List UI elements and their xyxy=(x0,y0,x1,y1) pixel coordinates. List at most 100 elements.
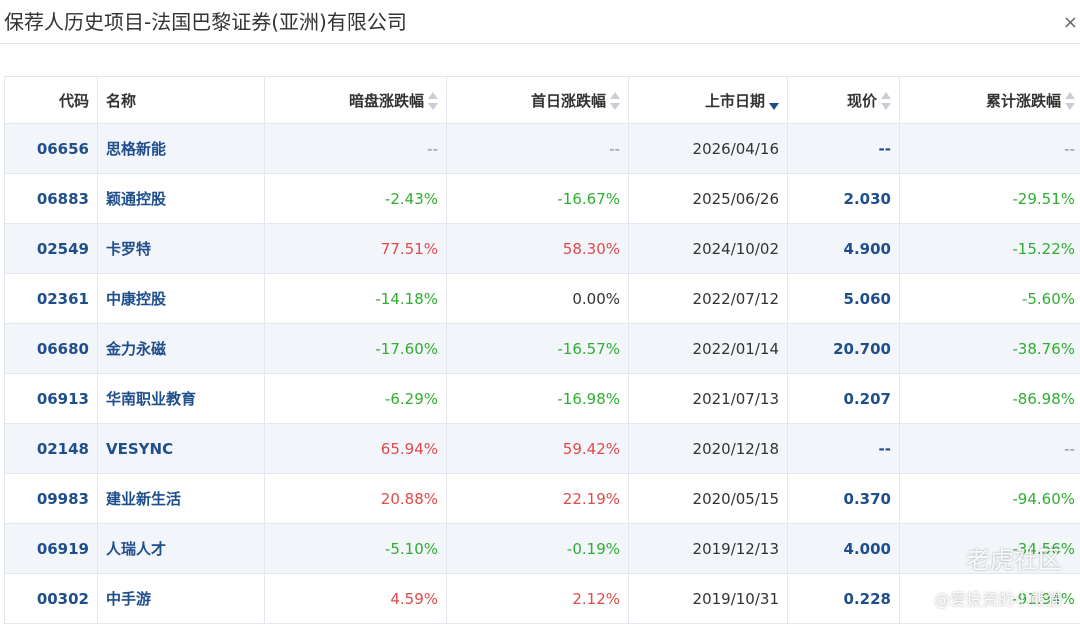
cell-cumulative-change: -- xyxy=(900,124,1080,174)
cell-first-day-change: 58.30% xyxy=(447,224,629,274)
table-header-row: 代码 名称 暗盘涨跌幅 首日涨跌幅 上市日期 现价 累计涨跌幅 xyxy=(5,77,1080,124)
cell-code[interactable]: 06680 xyxy=(5,324,98,374)
cell-dark-change: -5.10% xyxy=(265,524,447,574)
cell-list-date: 2020/05/15 xyxy=(629,474,788,524)
column-header-name: 名称 xyxy=(98,77,265,124)
cell-code[interactable]: 06913 xyxy=(5,374,98,424)
table-row[interactable]: 06919人瑞人才-5.10%-0.19%2019/12/134.000-34.… xyxy=(5,524,1080,574)
cell-code[interactable]: 09983 xyxy=(5,474,98,524)
cell-list-date: 2021/07/13 xyxy=(629,374,788,424)
cell-cumulative-change: -38.76% xyxy=(900,324,1080,374)
cell-first-day-change: 59.42% xyxy=(447,424,629,474)
cell-name[interactable]: 思格新能 xyxy=(98,124,265,174)
cell-cumulative-change: -15.22% xyxy=(900,224,1080,274)
cell-name[interactable]: 人瑞人才 xyxy=(98,524,265,574)
cell-cumulative-change: -91.94% xyxy=(900,574,1080,624)
table-row[interactable]: 02361中康控股-14.18%0.00%2022/07/125.060-5.6… xyxy=(5,274,1080,324)
cell-price: 4.900 xyxy=(788,224,900,274)
cell-cumulative-change: -- xyxy=(900,424,1080,474)
table-row[interactable]: 02549卡罗特77.51%58.30%2024/10/024.900-15.2… xyxy=(5,224,1080,274)
column-header-cumulative[interactable]: 累计涨跌幅 xyxy=(900,77,1080,124)
cell-name[interactable]: 建业新生活 xyxy=(98,474,265,524)
cell-code[interactable]: 06656 xyxy=(5,124,98,174)
cell-first-day-change: -16.67% xyxy=(447,174,629,224)
cell-cumulative-change: -94.60% xyxy=(900,474,1080,524)
cell-list-date: 2020/12/18 xyxy=(629,424,788,474)
cell-name[interactable]: 金力永磁 xyxy=(98,324,265,374)
cell-name[interactable]: 卡罗特 xyxy=(98,224,265,274)
column-header-price[interactable]: 现价 xyxy=(788,77,900,124)
cell-dark-change: -- xyxy=(265,124,447,174)
cell-cumulative-change: -29.51% xyxy=(900,174,1080,224)
sort-icon[interactable] xyxy=(428,92,438,110)
sort-icon[interactable] xyxy=(881,92,891,110)
cell-code[interactable]: 02361 xyxy=(5,274,98,324)
cell-code[interactable]: 00302 xyxy=(5,574,98,624)
table-row[interactable]: 06656思格新能----2026/04/16---- xyxy=(5,124,1080,174)
cell-dark-change: -14.18% xyxy=(265,274,447,324)
cell-list-date: 2019/12/13 xyxy=(629,524,788,574)
cell-price: 0.228 xyxy=(788,574,900,624)
cell-dark-change: 20.88% xyxy=(265,474,447,524)
cell-price: -- xyxy=(788,124,900,174)
cell-price: 2.030 xyxy=(788,174,900,224)
column-header-code-label: 代码 xyxy=(59,92,89,110)
column-header-first-day-label: 首日涨跌幅 xyxy=(531,92,606,110)
cell-dark-change: 4.59% xyxy=(265,574,447,624)
cell-dark-change: -17.60% xyxy=(265,324,447,374)
table-row[interactable]: 09983建业新生活20.88%22.19%2020/05/150.370-94… xyxy=(5,474,1080,524)
cell-name[interactable]: 颖通控股 xyxy=(98,174,265,224)
cell-list-date: 2019/10/31 xyxy=(629,574,788,624)
cell-price: 0.370 xyxy=(788,474,900,524)
cell-code[interactable]: 06883 xyxy=(5,174,98,224)
cell-list-date: 2025/06/26 xyxy=(629,174,788,224)
column-header-dark[interactable]: 暗盘涨跌幅 xyxy=(265,77,447,124)
cell-name[interactable]: 华南职业教育 xyxy=(98,374,265,424)
cell-cumulative-change: -34.56% xyxy=(900,524,1080,574)
cell-price: 5.060 xyxy=(788,274,900,324)
cell-list-date: 2024/10/02 xyxy=(629,224,788,274)
cell-first-day-change: -16.98% xyxy=(447,374,629,424)
cell-first-day-change: 2.12% xyxy=(447,574,629,624)
column-header-name-label: 名称 xyxy=(106,92,136,110)
cell-first-day-change: -16.57% xyxy=(447,324,629,374)
cell-price: -- xyxy=(788,424,900,474)
sort-icon[interactable] xyxy=(1065,92,1075,110)
cell-code[interactable]: 06919 xyxy=(5,524,98,574)
column-header-dark-label: 暗盘涨跌幅 xyxy=(349,92,424,110)
cell-name[interactable]: 中手游 xyxy=(98,574,265,624)
column-header-cumulative-label: 累计涨跌幅 xyxy=(986,92,1061,110)
cell-code[interactable]: 02148 xyxy=(5,424,98,474)
cell-first-day-change: 22.19% xyxy=(447,474,629,524)
column-header-list-date[interactable]: 上市日期 xyxy=(629,77,788,124)
cell-name[interactable]: VESYNC xyxy=(98,424,265,474)
cell-cumulative-change: -86.98% xyxy=(900,374,1080,424)
table-row[interactable]: 00302中手游4.59%2.12%2019/10/310.228-91.94% xyxy=(5,574,1080,624)
table-row[interactable]: 06883颖通控股-2.43%-16.67%2025/06/262.030-29… xyxy=(5,174,1080,224)
cell-list-date: 2022/07/12 xyxy=(629,274,788,324)
sponsor-history-table: 代码 名称 暗盘涨跌幅 首日涨跌幅 上市日期 现价 累计涨跌幅 06656思格新… xyxy=(4,76,1080,624)
cell-list-date: 2022/01/14 xyxy=(629,324,788,374)
cell-price: 20.700 xyxy=(788,324,900,374)
column-header-list-date-label: 上市日期 xyxy=(705,92,765,110)
cell-code[interactable]: 02549 xyxy=(5,224,98,274)
cell-name[interactable]: 中康控股 xyxy=(98,274,265,324)
sort-desc-icon[interactable] xyxy=(769,92,779,110)
cell-list-date: 2026/04/16 xyxy=(629,124,788,174)
table-row[interactable]: 06913华南职业教育-6.29%-16.98%2021/07/130.207-… xyxy=(5,374,1080,424)
cell-price: 4.000 xyxy=(788,524,900,574)
dialog-header: 保荐人历史项目-法国巴黎证券(亚洲)有限公司 × xyxy=(0,0,1080,44)
column-header-price-label: 现价 xyxy=(847,92,877,110)
sort-icon[interactable] xyxy=(610,92,620,110)
cell-first-day-change: 0.00% xyxy=(447,274,629,324)
column-header-code: 代码 xyxy=(5,77,98,124)
cell-first-day-change: -- xyxy=(447,124,629,174)
cell-price: 0.207 xyxy=(788,374,900,424)
column-header-first-day[interactable]: 首日涨跌幅 xyxy=(447,77,629,124)
cell-dark-change: -6.29% xyxy=(265,374,447,424)
table-row[interactable]: 06680金力永磁-17.60%-16.57%2022/01/1420.700-… xyxy=(5,324,1080,374)
table-row[interactable]: 02148VESYNC65.94%59.42%2020/12/18---- xyxy=(5,424,1080,474)
close-icon[interactable]: × xyxy=(1063,12,1078,33)
cell-dark-change: -2.43% xyxy=(265,174,447,224)
cell-dark-change: 65.94% xyxy=(265,424,447,474)
